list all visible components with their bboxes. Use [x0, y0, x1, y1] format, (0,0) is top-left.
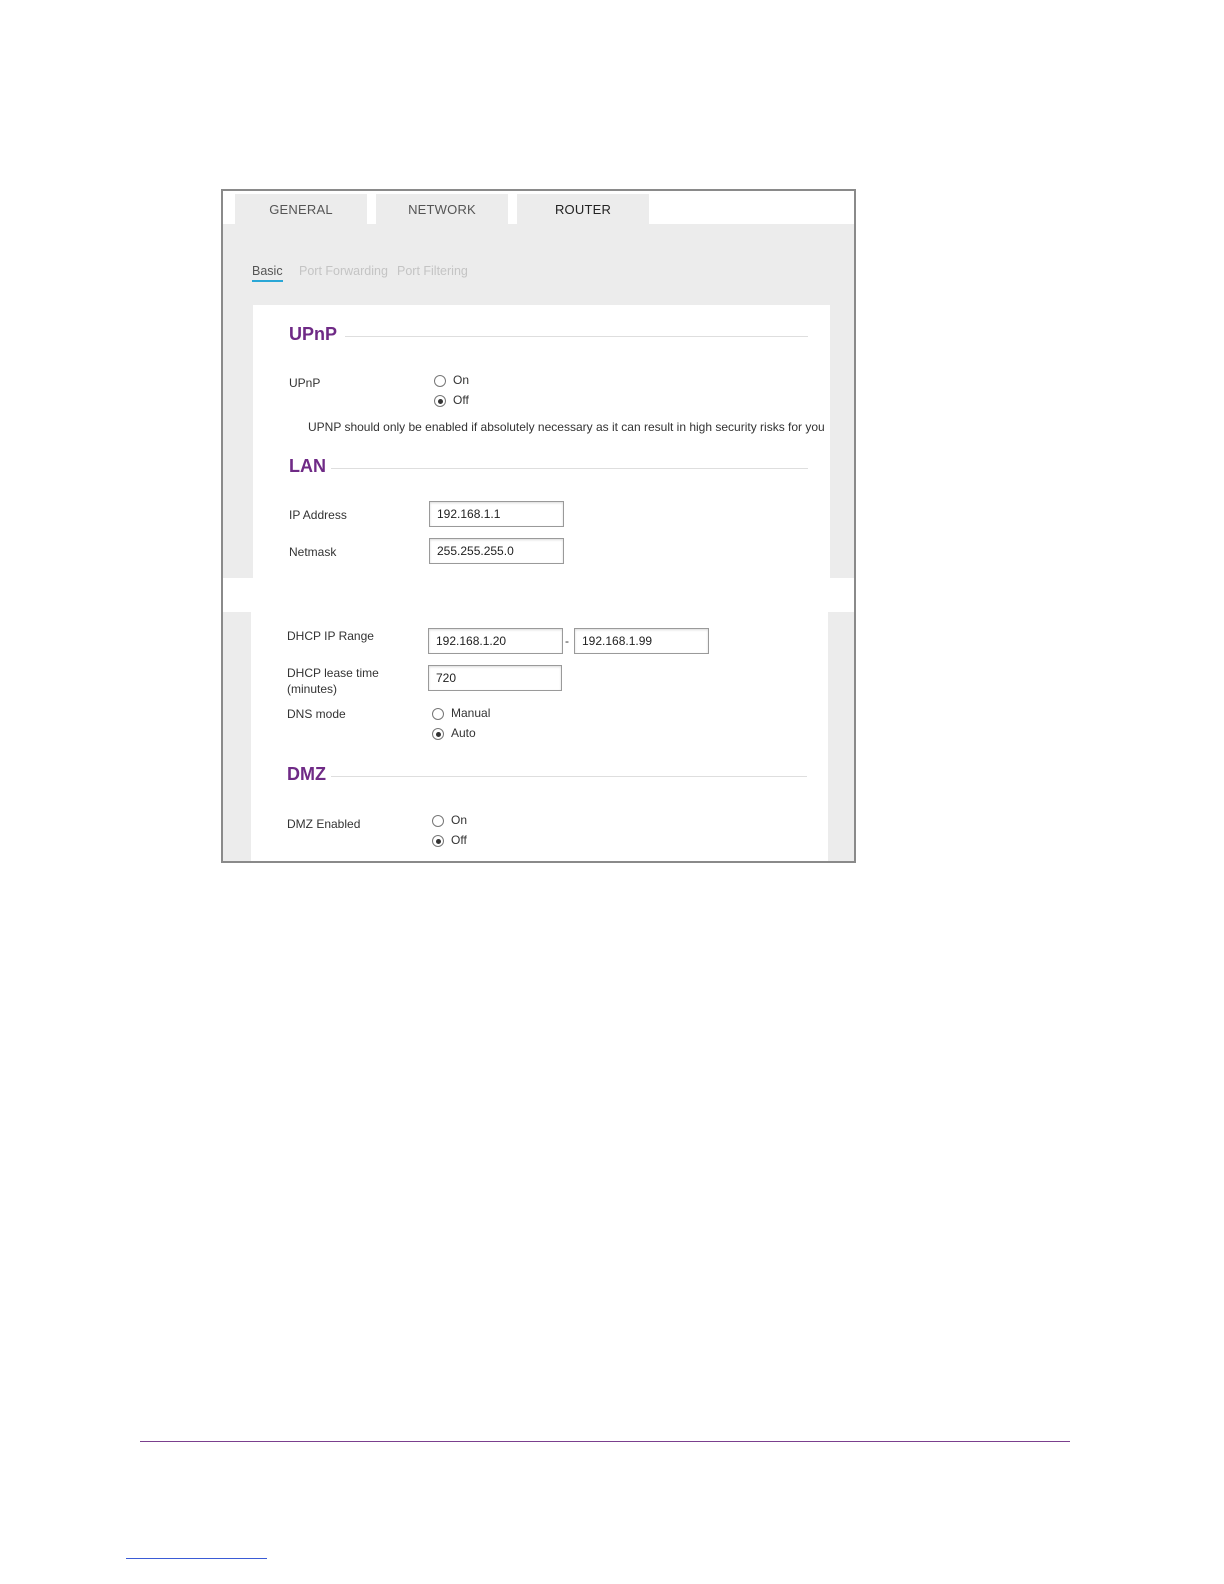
upnp-warning-note: UPNP should only be enabled if absolutel… — [308, 420, 825, 434]
section-divider — [331, 776, 807, 777]
section-title-upnp: UPnP — [289, 324, 338, 344]
range-separator: - — [565, 634, 569, 648]
upnp-off-label: Off — [453, 393, 469, 407]
tab-general[interactable]: GENERAL — [235, 194, 367, 224]
netmask-field[interactable]: 255.255.255.0 — [429, 538, 564, 564]
radio-selected-dot — [435, 838, 441, 844]
dhcp-ip-range-label: DHCP IP Range — [287, 629, 374, 643]
tab-bar: GENERAL NETWORK ROUTER — [223, 191, 854, 224]
dhcp-lease-label: DHCP lease time — [287, 666, 379, 680]
dmz-off-label: Off — [451, 833, 467, 847]
dns-manual-radio[interactable] — [432, 708, 444, 720]
settings-panel-upper: UPnP UPnP On Off UPNP should only be ena… — [253, 305, 830, 578]
radio-selected-dot — [435, 731, 441, 737]
netmask-label: Netmask — [289, 545, 337, 559]
upnp-label: UPnP — [289, 376, 321, 390]
dmz-on-label: On — [451, 813, 468, 827]
section-title-dmz: DMZ — [287, 764, 326, 784]
tab-router[interactable]: ROUTER — [517, 194, 649, 224]
dns-auto-label: Auto — [451, 726, 476, 740]
dhcp-lease-field[interactable]: 720 — [428, 665, 562, 691]
footer-link-underline[interactable] — [126, 1558, 267, 1559]
dns-manual-label: Manual — [451, 706, 491, 720]
ip-address-field[interactable]: 192.168.1.1 — [429, 501, 564, 527]
section-divider — [345, 336, 808, 337]
upnp-on-radio[interactable] — [434, 375, 446, 387]
subtab-port-filtering[interactable]: Port Filtering — [397, 264, 468, 278]
dhcp-range-end-field[interactable]: 192.168.1.99 — [574, 628, 709, 654]
ip-address-label: IP Address — [289, 508, 347, 522]
dmz-on-radio[interactable] — [432, 815, 444, 827]
subtab-basic[interactable]: Basic — [252, 264, 283, 282]
upnp-on-label: On — [453, 373, 470, 387]
tab-network[interactable]: NETWORK — [376, 194, 508, 224]
router-settings-screenshot: GENERAL NETWORK ROUTER Basic Port Forwar… — [221, 189, 856, 863]
dmz-enabled-label: DMZ Enabled — [287, 817, 361, 831]
section-title-lan: LAN — [289, 456, 326, 476]
dns-auto-radio[interactable] — [432, 728, 444, 740]
upnp-off-radio[interactable] — [434, 395, 446, 407]
dmz-off-radio[interactable] — [432, 835, 444, 847]
dns-mode-label: DNS mode — [287, 707, 346, 721]
dhcp-range-start-field[interactable]: 192.168.1.20 — [428, 628, 563, 654]
settings-panel-lower: DHCP IP Range 192.168.1.20 - 192.168.1.9… — [251, 612, 828, 861]
section-divider — [331, 468, 808, 469]
dhcp-lease-unit-label: (minutes) — [287, 682, 338, 696]
footer-rule — [140, 1441, 1070, 1442]
radio-selected-dot — [437, 398, 443, 404]
subtab-port-forwarding[interactable]: Port Forwarding — [299, 264, 388, 278]
